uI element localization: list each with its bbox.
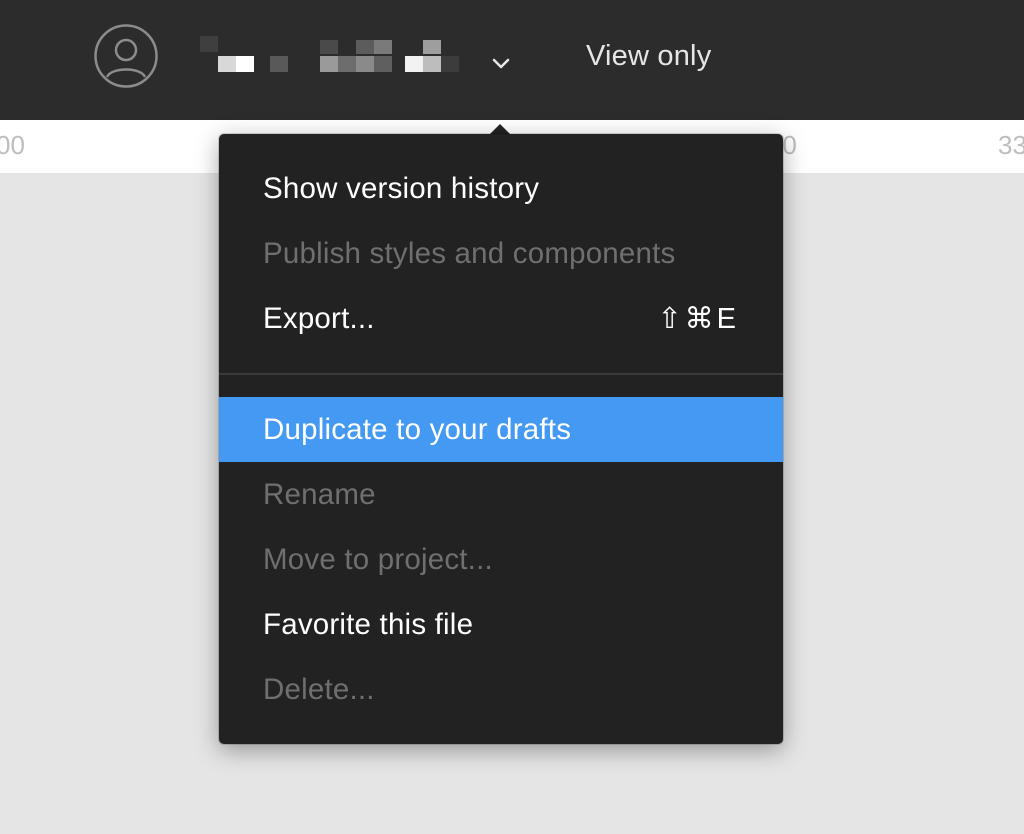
menu-item-rename: Rename	[219, 462, 783, 527]
menu-item-label: Rename	[263, 478, 376, 511]
ruler-label: 33	[998, 130, 1024, 160]
top-toolbar: View only	[0, 0, 1024, 120]
menu-item-label: Publish styles and components	[263, 237, 676, 270]
menu-item-label: Favorite this file	[263, 608, 474, 641]
ruler-label: 00	[0, 130, 25, 160]
menu-item-export[interactable]: Export... ⇧⌘E	[219, 286, 783, 351]
menu-item-publish-styles: Publish styles and components	[219, 221, 783, 286]
menu-item-show-version-history[interactable]: Show version history	[219, 156, 783, 221]
menu-item-favorite-file[interactable]: Favorite this file	[219, 592, 783, 657]
menu-item-label: Move to project...	[263, 543, 493, 576]
view-mode-label: View only	[586, 40, 712, 72]
menu-item-move-to-project: Move to project...	[219, 527, 783, 592]
menu-item-delete: Delete...	[219, 657, 783, 722]
file-name-redacted[interactable]	[200, 36, 460, 76]
menu-item-label: Export...	[263, 302, 375, 335]
menu-item-label: Show version history	[263, 172, 540, 205]
file-dropdown-menu: Show version history Publish styles and …	[219, 134, 783, 744]
menu-item-label: Delete...	[263, 673, 375, 706]
user-avatar-icon[interactable]	[94, 24, 158, 88]
chevron-down-icon[interactable]	[490, 52, 512, 74]
menu-item-duplicate-to-drafts[interactable]: Duplicate to your drafts	[219, 397, 783, 462]
export-shortcut: ⇧⌘E	[657, 303, 739, 335]
menu-divider	[219, 373, 783, 375]
menu-item-label: Duplicate to your drafts	[263, 413, 572, 446]
